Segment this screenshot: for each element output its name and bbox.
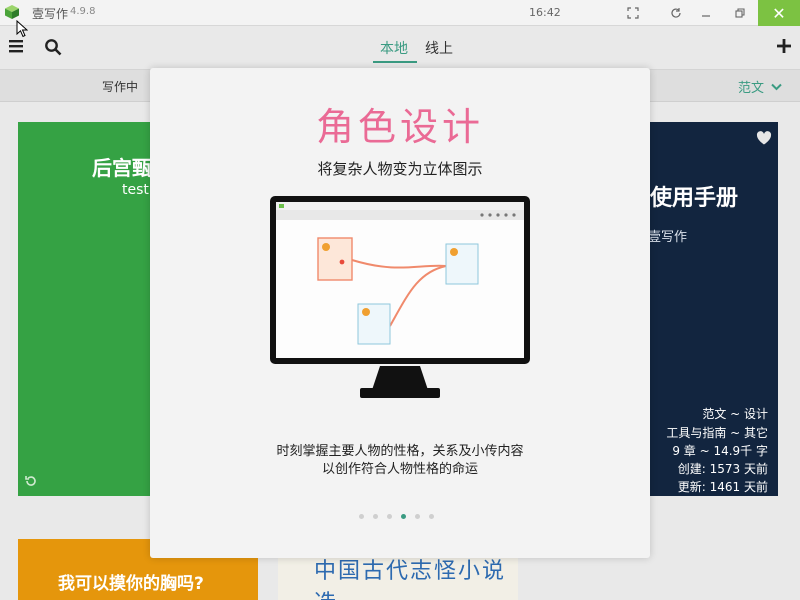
- tab-local[interactable]: 本地: [380, 38, 408, 58]
- dialog-title: 角色设计: [315, 105, 484, 149]
- page-dot[interactable]: [401, 514, 406, 519]
- refresh-icon: [671, 8, 681, 18]
- search-icon[interactable]: [44, 38, 62, 56]
- card-meta-size: 9 章 ~ 14.9千 字: [672, 444, 768, 458]
- feature-intro-dialog: 角色设计 将复杂人物变为立体图示 时刻掌握主要人物的性格，关系及小传内容 以创作…: [150, 68, 650, 558]
- app-version: 4.9.8: [70, 6, 96, 17]
- chevron-down-icon: [771, 83, 782, 91]
- mouse-cursor-icon: [16, 20, 28, 38]
- clock: 16:42: [529, 6, 561, 19]
- refresh-button[interactable]: [663, 2, 689, 24]
- minimize-button[interactable]: [693, 2, 719, 24]
- card-subtitle: 壹写作: [650, 230, 688, 245]
- monitor-illustration: [270, 196, 530, 398]
- filter-sample-label: 范文: [738, 81, 765, 96]
- dialog-description-line-2: 以创作符合人物性格的命运: [321, 462, 478, 477]
- app-logo-icon: [5, 5, 19, 19]
- work-card-manual[interactable]: 使用手册 壹写作 范文 ~ 设计 工具与指南 ~ 其它 9 章 ~ 14.9千 …: [650, 122, 778, 496]
- card-meta-category: 范文 ~ 设计: [702, 407, 768, 421]
- page-dot[interactable]: [373, 514, 378, 519]
- heart-icon[interactable]: [756, 130, 772, 146]
- fullscreen-button[interactable]: [620, 2, 646, 24]
- filter-writing[interactable]: 写作中: [102, 78, 138, 95]
- page-dot[interactable]: [415, 514, 420, 519]
- card-meta-created: 创建: 1573 天前: [677, 462, 768, 476]
- restore-window-icon: [735, 8, 745, 18]
- app-window: 壹写作 4.9.8 16:42 ✕ 本地 线上 写作中 范文 后宫甄嬛 test…: [0, 0, 800, 600]
- dialog-subtitle: 将复杂人物变为立体图示: [317, 160, 483, 178]
- title-bar: 壹写作 4.9.8 16:42 ✕: [0, 0, 800, 26]
- filter-sample-dropdown[interactable]: 范文: [738, 77, 782, 96]
- card-subtitle: test: [122, 182, 149, 198]
- fullscreen-icon: [627, 7, 639, 19]
- pagination-dots: [355, 512, 445, 522]
- tab-online[interactable]: 线上: [425, 38, 453, 58]
- menu-icon[interactable]: [8, 38, 24, 54]
- card-title: 中国古代志怪小说选: [314, 559, 507, 600]
- card-meta-updated: 更新: 1461 天前: [677, 480, 768, 494]
- card-title: 我可以摸你的胸吗?: [58, 574, 204, 594]
- close-button[interactable]: ✕: [758, 0, 800, 26]
- plus-icon[interactable]: [776, 38, 792, 54]
- dialog-description-line-1: 时刻掌握主要人物的性格，关系及小传内容: [276, 444, 524, 459]
- card-title: 使用手册: [650, 186, 739, 211]
- toolbar: 本地 线上: [0, 26, 800, 70]
- app-name: 壹写作: [32, 7, 69, 21]
- active-tab-indicator: [373, 61, 417, 63]
- restore-button[interactable]: [727, 2, 753, 24]
- minimize-icon: [702, 15, 710, 17]
- history-icon[interactable]: [24, 474, 38, 488]
- card-meta-type: 工具与指南 ~ 其它: [666, 426, 768, 440]
- page-dot[interactable]: [429, 514, 434, 519]
- page-dot[interactable]: [359, 514, 364, 519]
- page-dot[interactable]: [387, 514, 392, 519]
- close-icon: ✕: [772, 3, 786, 23]
